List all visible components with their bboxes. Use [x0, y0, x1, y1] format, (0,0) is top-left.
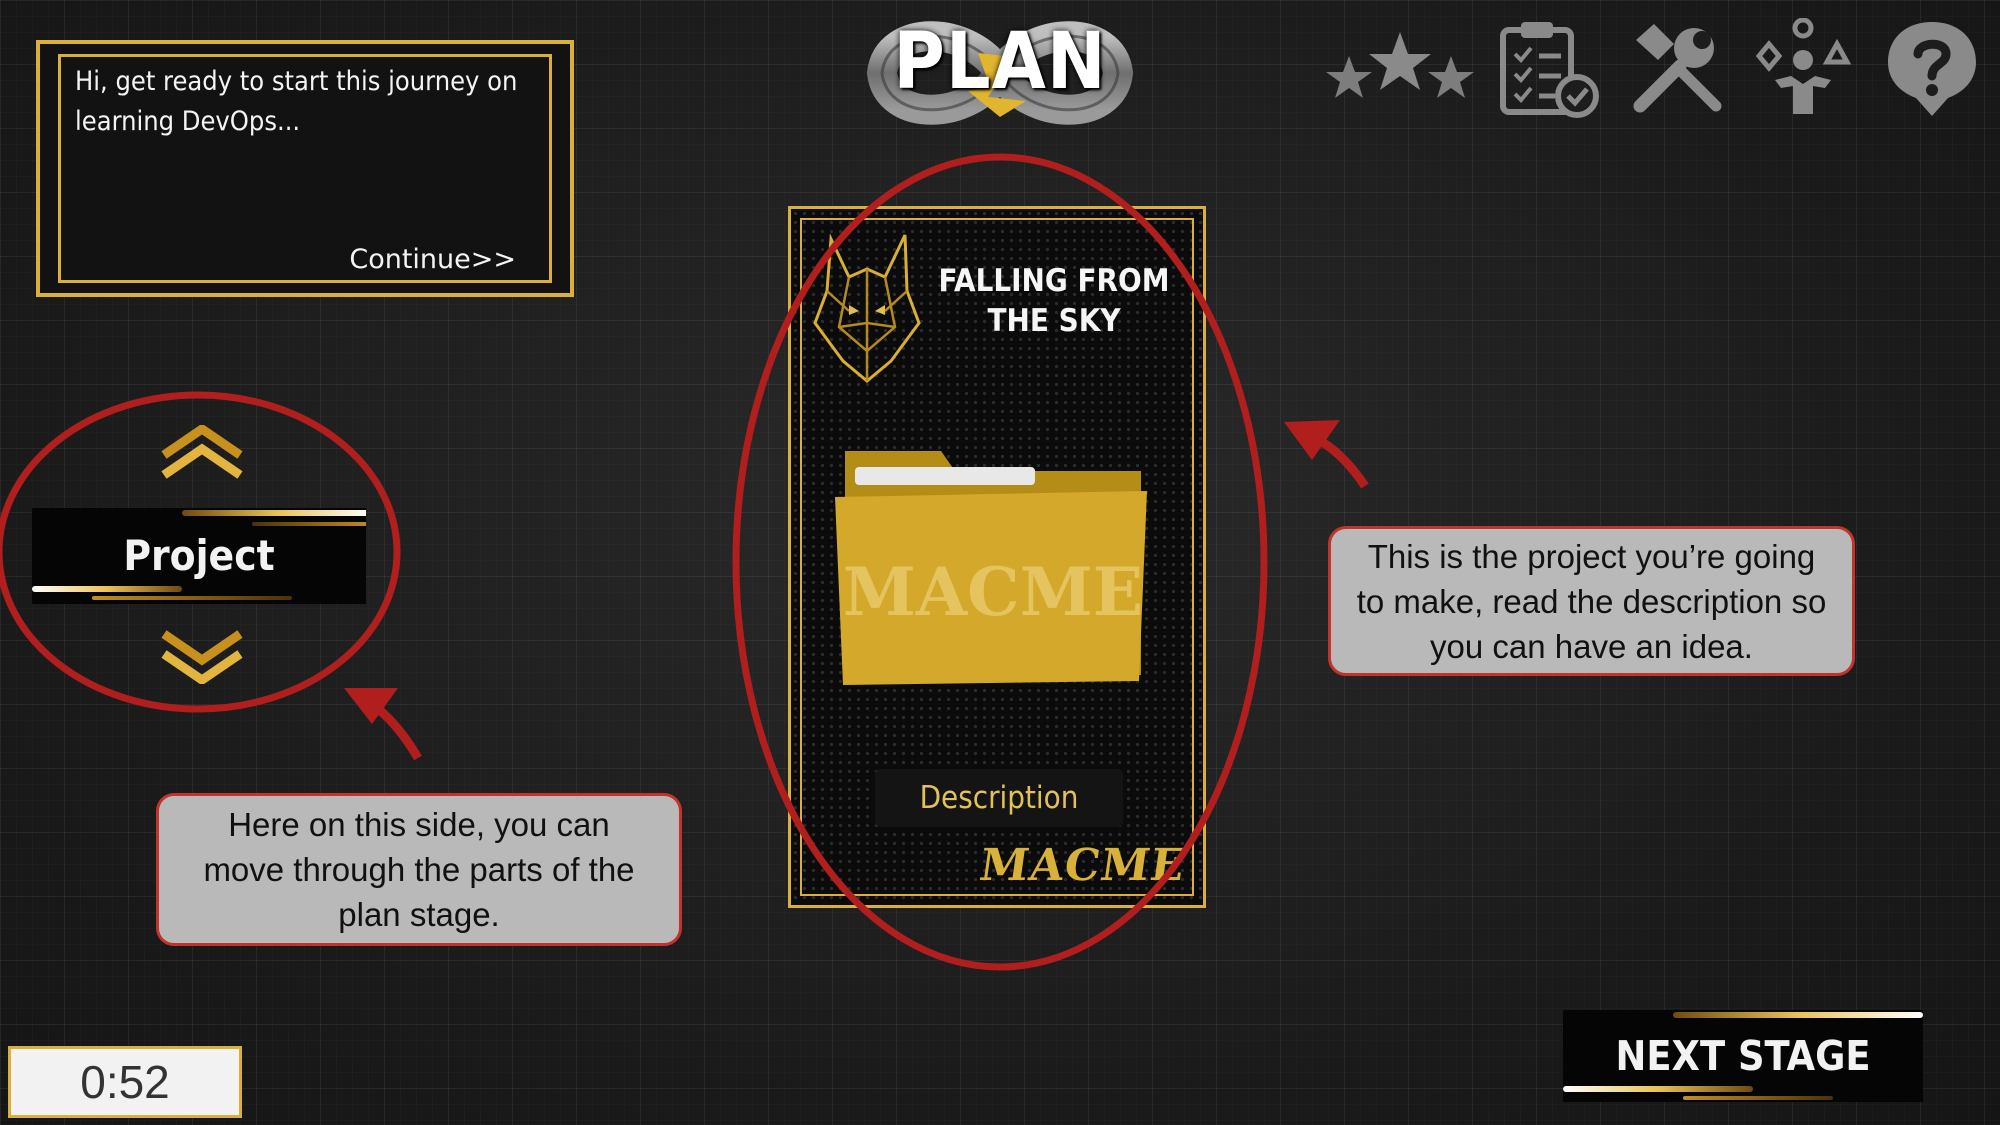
- folder-icon: MACME: [831, 435, 1155, 695]
- help-icon[interactable]: [1882, 18, 1982, 118]
- arrow-right-icon: [1284, 420, 1369, 489]
- folder-label: MACME: [843, 553, 1143, 631]
- chevron-up-icon[interactable]: [160, 423, 244, 481]
- stage-title: PLAN: [893, 17, 1107, 107]
- description-button[interactable]: Description: [875, 769, 1123, 827]
- chevron-down-icon[interactable]: [160, 628, 244, 686]
- clipboard-checklist-icon[interactable]: [1495, 18, 1599, 118]
- tools-icon[interactable]: [1628, 18, 1728, 118]
- callout-project-card: This is the project you’re going to make…: [1328, 526, 1855, 676]
- project-title: FALLING FROM THE SKY: [938, 263, 1170, 339]
- dialog-text: Hi, get ready to start this journey on l…: [75, 66, 518, 137]
- stage-logo: PLAN: [850, 5, 1150, 140]
- arrow-left-icon: [344, 688, 422, 761]
- section-selector-button[interactable]: Project: [32, 508, 366, 604]
- brand-logo: MACME: [976, 840, 1189, 891]
- wolf-emblem-icon: [809, 231, 925, 391]
- next-stage-label: NEXT STAGE: [1615, 1032, 1871, 1080]
- callout-text: This is the project you’re going to make…: [1356, 537, 1827, 665]
- continue-button[interactable]: Continue>>: [349, 244, 516, 275]
- project-card: FALLING FROM THE SKY MACME Description M…: [788, 206, 1206, 908]
- section-label: Project: [123, 531, 275, 580]
- countdown-timer: 0:52: [8, 1046, 242, 1118]
- dialog-box: Hi, get ready to start this journey on l…: [36, 40, 574, 297]
- team-roles-icon[interactable]: [1753, 17, 1853, 118]
- callout-text: Here on this side, you can move through …: [203, 806, 635, 933]
- stars-rating-icon[interactable]: [1325, 18, 1474, 118]
- callout-section-navigation: Here on this side, you can move through …: [156, 793, 682, 946]
- next-stage-button[interactable]: NEXT STAGE: [1563, 1010, 1923, 1102]
